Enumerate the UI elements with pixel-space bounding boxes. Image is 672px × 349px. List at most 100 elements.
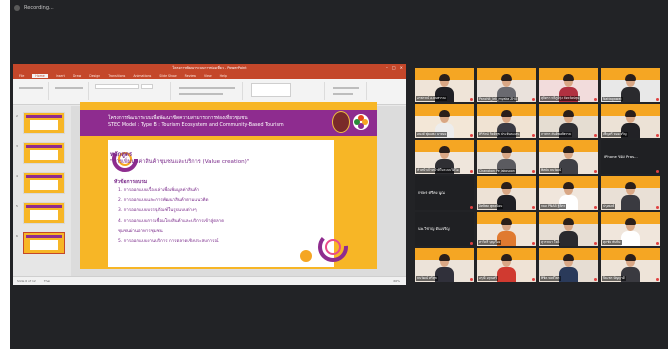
ribbon-tab-insert[interactable]: Insert (56, 74, 65, 78)
participant-tile[interactable]: หัวหน้าเจ้าหน้าที่ในระบบวีดีโอ (415, 140, 474, 174)
ribbon-tab-help[interactable]: Help (220, 74, 227, 78)
thumbnail-number: 6 (16, 234, 18, 238)
shapes-gallery[interactable] (251, 83, 291, 97)
participant-name: อรพรรณ์ อ.ธนพรรณ (416, 96, 447, 101)
participant-tile[interactable]: อนงค์ พุ่มแพง นาทอง (415, 104, 474, 138)
zoom-level[interactable]: 66% (393, 279, 400, 283)
muted-mic-icon (532, 98, 535, 101)
participant-tile[interactable]: ภาสกร ตันติพงศ์ธรรม (539, 104, 598, 138)
muted-mic-icon (470, 278, 473, 281)
thumbnail-body (30, 150, 58, 160)
participant-tile[interactable]: นพ.วิชาญ ตันเจริญ (415, 212, 474, 246)
participant-name: ภาสกร ตันติพงศ์ธรรม (540, 132, 572, 137)
participant-name: ศิริรัตน์ กิตติสุข ประจันตะเสน (478, 132, 521, 137)
slide-header-line2: STEC Model : Type B : Tourism Ecosystem … (108, 123, 284, 128)
slide-thumbnail[interactable] (23, 142, 65, 164)
participant-tile[interactable]: อิทธิพล พุทธนิยม (477, 176, 536, 210)
participant-name: สาวิตรี บุญเรือง (478, 240, 502, 245)
participant-name: ศุภชัย ทับทิม (602, 240, 622, 245)
participant-tile[interactable]: พิชิต พงษ์ไพร (539, 248, 598, 282)
ribbon-group-paragraph[interactable] (173, 82, 243, 100)
ribbon-tab-file[interactable]: File (19, 74, 24, 78)
participant-tile[interactable]: อรพรรณ์ อ.ธนพรรณ (415, 68, 474, 102)
slide-thumbnail[interactable] (23, 202, 65, 224)
recording-indicator[interactable]: Recording... (14, 5, 54, 11)
font-name-box[interactable] (95, 84, 139, 89)
muted-mic-icon (656, 98, 659, 101)
participant-tile[interactable]: สาวิตรี บุญเรือง (477, 212, 536, 246)
participant-name: ปิยะพร ปัญญาดี (602, 276, 626, 281)
slide-thumbnail[interactable] (23, 112, 65, 134)
participant-name: สุจิตรา ทวีภูมิรุ่ง จังหวัดปทุม (540, 96, 581, 101)
topic-item: 1. การออกแบบเรื่องเล่าเพื่อเพิ่มมูลค่าสิ… (118, 188, 200, 193)
thumbnail-body (30, 120, 58, 130)
slide-thumbnails-panel[interactable]: 2 3 4 5 6 (13, 106, 71, 276)
participant-tile[interactable]: ธนวัฒน์ ศรีสุข (415, 248, 474, 282)
participant-video (559, 254, 578, 282)
participant-name: กชพร ศรีคง นูณ (418, 190, 445, 195)
muted-mic-icon (532, 134, 535, 137)
participant-tile[interactable]: iPhone ของ Pras... (601, 140, 660, 174)
ribbon-group-clipboard[interactable] (15, 82, 49, 100)
participant-name: ธนวัฒน์ ศรีสุข (416, 276, 438, 281)
decorative-ring-icon (318, 232, 348, 262)
participant-video (559, 218, 578, 246)
participant-tile[interactable]: สุจิตรา ทวีภูมิรุ่ง จังหวัดปทุม (539, 68, 598, 102)
participant-tile[interactable]: Nattagawat (601, 68, 660, 102)
participant-name: อรุณี อรุณศรี (478, 276, 498, 281)
participant-name: Chanokon Pe Jakosoon (478, 169, 516, 173)
muted-mic-icon (470, 134, 473, 137)
record-icon (14, 5, 20, 11)
ppt-title-bar: โครงการพัฒนาระบบการท่องเที่ยว - PowerPoi… (13, 64, 406, 72)
ribbon-tab-review[interactable]: Review (185, 74, 196, 78)
thumbnail-body (30, 180, 58, 190)
thumbnail-header (26, 205, 62, 208)
participant-tile[interactable]: ศิริรัตน์ กิตติสุข ประจันตะเสน (477, 104, 536, 138)
participant-video (497, 254, 516, 282)
thumbnail-number: 5 (16, 204, 18, 208)
current-slide[interactable]: โครงการพัฒนาระบบเพื่อพัฒนาขีดความสามารถก… (80, 102, 377, 269)
ribbon-tab-transitions[interactable]: Transitions (108, 74, 125, 78)
participant-tile[interactable]: Chanokon Pe Jakosoon (477, 140, 536, 174)
ribbon-group-slides[interactable] (51, 82, 89, 100)
participant-video (621, 74, 640, 102)
participant-video (621, 182, 640, 210)
participant-name: Nattagawat (602, 97, 623, 101)
minimize-icon[interactable]: – (386, 65, 388, 70)
ribbon-tab-design[interactable]: Design (89, 74, 100, 78)
muted-mic-icon (532, 170, 535, 173)
close-icon[interactable]: × (400, 65, 403, 70)
muted-mic-icon (656, 206, 659, 209)
ribbon-group-editing[interactable] (327, 82, 367, 100)
maximize-icon[interactable]: □ (392, 65, 396, 70)
ribbon-tab-slide-show[interactable]: Slide Show (159, 74, 176, 78)
muted-mic-icon (656, 242, 659, 245)
status-language: Thai (43, 279, 51, 283)
thumbnail-header (26, 115, 62, 118)
participant-name: iPhone ของ Pras... (604, 154, 638, 159)
participant-tile[interactable]: ปิยะพร ปัญญาดี (601, 248, 660, 282)
participant-tile[interactable]: อรุณี อรุณศรี (477, 248, 536, 282)
muted-mic-icon (532, 278, 535, 281)
participant-tile[interactable]: ศุภชัย ทับทิม (601, 212, 660, 246)
participant-tile[interactable]: เพ็ญศรี ทองเจริญ (601, 104, 660, 138)
topic-item-continuation: ชุมชนผ่านอาหารชุมชน (118, 228, 163, 234)
participant-tile[interactable]: พิสมัย ธนวัฒน์ (539, 140, 598, 174)
participant-tile[interactable]: กชพร ศรีคง นูณ (415, 176, 474, 210)
slide-thumbnail[interactable] (23, 232, 65, 254)
slide-thumbnail[interactable] (23, 172, 65, 194)
participant-name: กมล PNAB ฐิติกร (540, 204, 567, 209)
participant-tile[interactable]: กมล PNAB ฐิติกร (539, 176, 598, 210)
font-size-box[interactable] (141, 84, 153, 89)
window-controls: – □ × (386, 65, 403, 70)
ribbon-tab-view[interactable]: View (204, 74, 212, 78)
participant-tile[interactable]: ปรุงพงษ์ (601, 176, 660, 210)
thumbnail-number: 4 (16, 174, 18, 178)
participant-tile[interactable]: Panchit_lek_myaka ZHU (477, 68, 536, 102)
participant-tile[interactable]: สุวรรณา ใจดี (539, 212, 598, 246)
participant-name: นพ.วิชาญ ตันเจริญ (418, 226, 450, 231)
ribbon-tab-animations[interactable]: Animations (133, 74, 151, 78)
status-slide-count: Slide 6 of 12 (17, 279, 36, 283)
ribbon-tab-home[interactable]: Home (32, 73, 48, 78)
ribbon-tab-draw[interactable]: Draw (73, 74, 81, 78)
